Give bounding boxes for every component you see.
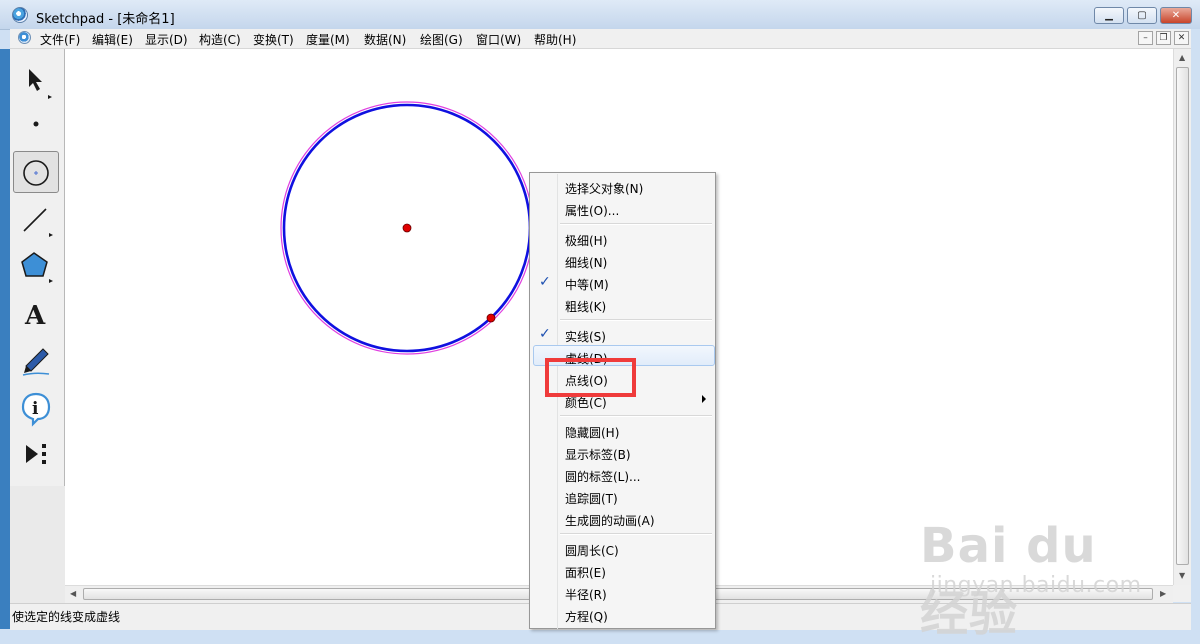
checkmark-icon: ✓ xyxy=(539,274,551,290)
menu-separator xyxy=(560,533,712,535)
menu-file[interactable]: 文件(F) xyxy=(40,31,80,48)
submenu-arrow-icon xyxy=(702,395,706,403)
menu-construct[interactable]: 构造(C) xyxy=(199,31,241,48)
close-button[interactable]: ✕ xyxy=(1160,7,1192,24)
information-tool[interactable]: i xyxy=(13,387,59,429)
menu-item-label: 极细(H) xyxy=(565,234,608,248)
document-icon[interactable] xyxy=(18,31,31,44)
circle-center-point[interactable] xyxy=(402,223,412,233)
menu-separator xyxy=(560,319,712,321)
menu-item-area[interactable]: 面积(E) xyxy=(531,560,714,582)
menu-separator xyxy=(560,223,712,225)
marker-tool[interactable] xyxy=(13,339,59,381)
menu-item-trace-circle[interactable]: 追踪圆(T) xyxy=(531,486,714,508)
menu-item-circumference[interactable]: 圆周长(C) xyxy=(531,538,714,560)
vertical-scroll-thumb[interactable] xyxy=(1176,67,1189,565)
menu-item-label: 追踪圆(T) xyxy=(565,492,618,506)
menu-item-label: 圆周长(C) xyxy=(565,544,619,558)
point-tool[interactable] xyxy=(13,103,59,145)
compass-circle-icon xyxy=(23,160,49,186)
menu-help[interactable]: 帮助(H) xyxy=(534,31,576,48)
menu-item-solid[interactable]: ✓ 实线(S) xyxy=(531,324,714,346)
minimize-button[interactable]: ▁ xyxy=(1094,7,1124,24)
menu-item-label: 圆的标签(L)... xyxy=(565,470,641,484)
circle-radius-point[interactable] xyxy=(486,313,496,323)
straightedge-tool[interactable] xyxy=(13,199,59,241)
mdi-close-button[interactable]: ✕ xyxy=(1174,31,1189,45)
baidu-jingyan-watermark: Bai du 经验 jingyan.baidu.com xyxy=(920,498,1160,642)
tool-palette: A i xyxy=(10,49,65,487)
menu-item-thin[interactable]: 细线(N) xyxy=(531,250,714,272)
scroll-down-icon[interactable]: ▼ xyxy=(1179,571,1185,580)
sketchpad-app-icon[interactable] xyxy=(12,7,28,23)
menu-measure[interactable]: 度量(M) xyxy=(306,31,350,48)
menu-item-label: 粗线(K) xyxy=(565,300,607,314)
menu-graph[interactable]: 绘图(G) xyxy=(420,31,463,48)
menu-data[interactable]: 数据(N) xyxy=(364,31,406,48)
menu-item-label: 面积(E) xyxy=(565,566,606,580)
watermark-url: jingyan.baidu.com xyxy=(930,573,1142,598)
info-icon: i xyxy=(21,392,51,427)
mdi-restore-button[interactable]: ❐ xyxy=(1156,31,1171,45)
polygon-tool[interactable] xyxy=(13,245,59,287)
scrollbar-corner xyxy=(1173,585,1191,602)
menu-item-radius[interactable]: 半径(R) xyxy=(531,582,714,604)
vertical-scrollbar[interactable]: ▲ ▼ xyxy=(1173,49,1192,585)
menu-item-circle-label[interactable]: 圆的标签(L)... xyxy=(531,464,714,486)
menu-edit[interactable]: 编辑(E) xyxy=(92,31,133,48)
custom-tool[interactable] xyxy=(13,433,59,475)
window-title: Sketchpad - [未命名1] xyxy=(36,12,175,27)
annotation-highlight-box xyxy=(545,358,636,397)
menu-item-properties[interactable]: 属性(O)... xyxy=(531,198,714,220)
menu-item-label: 细线(N) xyxy=(565,256,608,270)
scroll-left-icon[interactable]: ◀ xyxy=(70,589,76,598)
status-text: 使选定的线变成虚线 xyxy=(12,610,121,624)
menu-item-label: 显示标签(B) xyxy=(565,448,631,462)
menu-item-label: 生成圆的动画(A) xyxy=(565,514,655,528)
menu-item-show-label[interactable]: 显示标签(B) xyxy=(531,442,714,464)
checkmark-icon: ✓ xyxy=(539,326,551,342)
custom-tool-icon xyxy=(26,444,46,464)
menu-item-animate-circle[interactable]: 生成圆的动画(A) xyxy=(531,508,714,530)
menu-window[interactable]: 窗口(W) xyxy=(476,31,521,48)
menu-item-label: 半径(R) xyxy=(565,588,607,602)
menu-item-medium[interactable]: ✓ 中等(M) xyxy=(531,272,714,294)
svg-text:i: i xyxy=(32,399,39,419)
select-arrow-tool[interactable] xyxy=(13,57,59,99)
menu-item-label: 中等(M) xyxy=(565,278,609,292)
polygon-icon xyxy=(21,252,53,283)
scroll-right-icon[interactable]: ▶ xyxy=(1160,589,1166,598)
compass-tool[interactable] xyxy=(13,151,59,193)
arrow-select-icon xyxy=(29,69,52,99)
menu-separator xyxy=(560,415,712,417)
menu-display[interactable]: 显示(D) xyxy=(145,31,188,48)
svg-text:A: A xyxy=(24,301,46,331)
menu-item-thick[interactable]: 粗线(K) xyxy=(531,294,714,316)
menu-item-label: 属性(O)... xyxy=(565,204,620,218)
marker-pen-icon xyxy=(22,348,50,376)
window-frame-right xyxy=(1191,29,1200,629)
text-tool-icon: A xyxy=(24,301,46,331)
menu-item-label: 选择父对象(N) xyxy=(565,182,644,196)
maximize-button[interactable]: ▢ xyxy=(1127,7,1157,24)
point-tool-icon xyxy=(33,121,39,127)
mdi-minimize-button[interactable]: – xyxy=(1138,31,1153,45)
straightedge-icon xyxy=(23,208,53,237)
text-tool[interactable]: A xyxy=(13,293,59,335)
context-menu: 选择父对象(N) 属性(O)... 极细(H) 细线(N) ✓ 中等(M) 粗线… xyxy=(529,172,716,629)
desktop-edge xyxy=(0,49,10,629)
menu-item-select-parents[interactable]: 选择父对象(N) xyxy=(531,176,714,198)
scroll-up-icon[interactable]: ▲ xyxy=(1179,53,1185,62)
menu-item-label: 实线(S) xyxy=(565,330,606,344)
menu-item-label: 隐藏圆(H) xyxy=(565,426,620,440)
title-bar: Sketchpad - [未命名1] ▁ ▢ ✕ xyxy=(0,0,1200,30)
menu-transform[interactable]: 变换(T) xyxy=(253,31,294,48)
menu-item-thinnest[interactable]: 极细(H) xyxy=(531,228,714,250)
menu-bar: 文件(F) 编辑(E) 显示(D) 构造(C) 变换(T) 度量(M) 数据(N… xyxy=(10,29,1192,49)
menu-item-label: 方程(Q) xyxy=(565,610,608,624)
menu-item-hide-circle[interactable]: 隐藏圆(H) xyxy=(531,420,714,442)
menu-item-equation[interactable]: 方程(Q) xyxy=(531,604,714,626)
palette-empty-area xyxy=(10,486,65,603)
